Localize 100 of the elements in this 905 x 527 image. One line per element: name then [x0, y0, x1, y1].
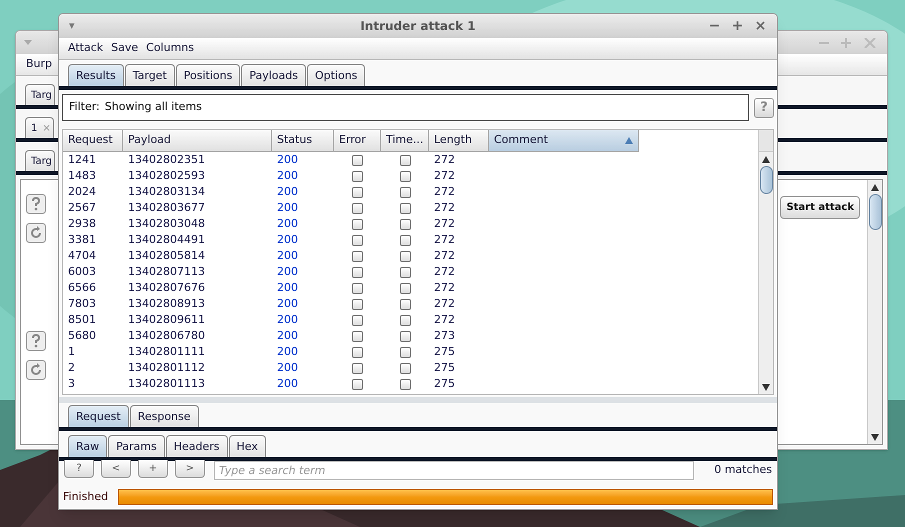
refresh-icon[interactable]: [26, 360, 46, 380]
checkbox[interactable]: [400, 330, 410, 342]
checkbox[interactable]: [400, 250, 410, 262]
scroll-up-icon[interactable]: [871, 184, 879, 190]
table-cell: 13402805814: [128, 248, 205, 262]
table-cell: 1483: [68, 168, 96, 182]
window-control-button[interactable]: +: [731, 16, 744, 36]
help-icon[interactable]: [26, 194, 46, 214]
checkbox[interactable]: [400, 282, 410, 294]
table-cell: 2567: [68, 200, 96, 214]
table-cell: 275: [434, 360, 455, 374]
column-header[interactable]: Error: [334, 130, 381, 152]
table-cell: 273: [434, 328, 455, 342]
table-cell: 13402801113: [128, 376, 205, 390]
checkbox[interactable]: [352, 346, 363, 358]
checkbox[interactable]: [352, 362, 363, 374]
menu-item[interactable]: Save: [111, 40, 138, 57]
tab[interactable]: Options: [306, 64, 366, 86]
checkbox[interactable]: [400, 170, 410, 182]
tab[interactable]: Positions: [176, 64, 240, 86]
table-cell: 1241: [68, 152, 96, 166]
checkbox[interactable]: [400, 218, 410, 230]
search-nav-button[interactable]: <: [101, 460, 131, 478]
tab[interactable]: Payloads: [241, 64, 306, 86]
menu-item[interactable]: Attack: [68, 40, 104, 57]
status-text: Finished: [63, 489, 108, 505]
checkbox[interactable]: [400, 154, 410, 166]
table-cell: 272: [434, 280, 455, 294]
search-nav-button[interactable]: >: [175, 460, 205, 478]
checkbox[interactable]: [352, 154, 363, 166]
tab[interactable]: Target: [124, 64, 175, 86]
search-nav-button[interactable]: +: [138, 460, 168, 478]
checkbox[interactable]: [400, 266, 410, 278]
table-cell: 13402804491: [128, 232, 205, 246]
search-field[interactable]: Type a search term: [214, 461, 694, 480]
table-cell: 272: [434, 200, 455, 214]
checkbox[interactable]: [400, 186, 410, 198]
start-attack-button[interactable]: Start attack: [780, 196, 860, 219]
checkbox[interactable]: [400, 314, 410, 326]
checkbox[interactable]: [352, 330, 363, 342]
tab[interactable]: Results: [68, 64, 124, 86]
window-control-button[interactable]: ×: [754, 16, 767, 36]
column-header[interactable]: Payload: [123, 130, 272, 152]
tab[interactable]: Request: [68, 405, 129, 427]
menu-item[interactable]: Burp: [26, 56, 52, 73]
checkbox[interactable]: [400, 202, 410, 214]
match-count: 0 matches: [714, 462, 772, 478]
scrollbar[interactable]: [758, 130, 773, 394]
scroll-thumb[interactable]: [868, 194, 882, 230]
checkbox[interactable]: [352, 266, 363, 278]
checkbox[interactable]: [352, 250, 363, 262]
table-cell: 272: [434, 248, 455, 262]
menu-item[interactable]: Columns: [146, 40, 194, 57]
table-cell: 2: [68, 360, 75, 374]
table-cell: 272: [434, 232, 455, 246]
refresh-icon[interactable]: [26, 223, 46, 243]
checkbox[interactable]: [352, 314, 363, 326]
checkbox[interactable]: [352, 282, 363, 294]
checkbox[interactable]: [352, 218, 363, 230]
checkbox[interactable]: [352, 298, 363, 310]
table-cell: 13402801112: [128, 360, 205, 374]
checkbox[interactable]: [400, 378, 410, 390]
checkbox[interactable]: [352, 186, 363, 198]
scroll-down-icon[interactable]: [871, 434, 879, 440]
sort-ascending-icon: [625, 137, 633, 144]
scroll-up-icon[interactable]: [762, 156, 770, 162]
search-nav-button[interactable]: ?: [64, 460, 94, 478]
tab[interactable]: Response: [130, 405, 199, 427]
checkbox[interactable]: [352, 378, 363, 390]
table-cell: 200: [277, 360, 298, 374]
scroll-thumb[interactable]: [760, 166, 772, 194]
help-icon[interactable]: [26, 331, 46, 351]
column-header[interactable]: Status: [272, 130, 334, 152]
checkbox[interactable]: [400, 362, 410, 374]
tab[interactable]: 1 ×: [25, 117, 54, 138]
column-header[interactable]: Comment: [489, 130, 639, 152]
table-cell: 200: [277, 216, 298, 230]
tab[interactable]: Targ: [25, 84, 55, 105]
scroll-down-icon[interactable]: [762, 384, 770, 390]
table-cell: 1: [68, 344, 75, 358]
column-header[interactable]: Time...: [381, 130, 429, 152]
tab[interactable]: Params: [108, 435, 165, 457]
checkbox[interactable]: [352, 202, 363, 214]
checkbox[interactable]: [400, 298, 410, 310]
checkbox[interactable]: [352, 170, 363, 182]
checkbox[interactable]: [400, 346, 410, 358]
tab[interactable]: Headers: [166, 435, 228, 457]
column-header[interactable]: Request: [63, 130, 123, 152]
checkbox[interactable]: [400, 234, 410, 246]
checkbox[interactable]: [352, 234, 363, 246]
table-cell: 275: [434, 344, 455, 358]
window-control-button[interactable]: −: [708, 16, 721, 36]
tab[interactable]: Targ: [25, 150, 55, 171]
table-cell: 272: [434, 216, 455, 230]
column-header[interactable]: Length: [429, 130, 489, 152]
tab[interactable]: Raw: [68, 435, 108, 457]
scrollbar[interactable]: [867, 180, 882, 444]
tab[interactable]: Hex: [228, 435, 266, 457]
table-cell: 2024: [68, 184, 96, 198]
filter-bar[interactable]: Filter: Showing all items: [62, 94, 749, 121]
